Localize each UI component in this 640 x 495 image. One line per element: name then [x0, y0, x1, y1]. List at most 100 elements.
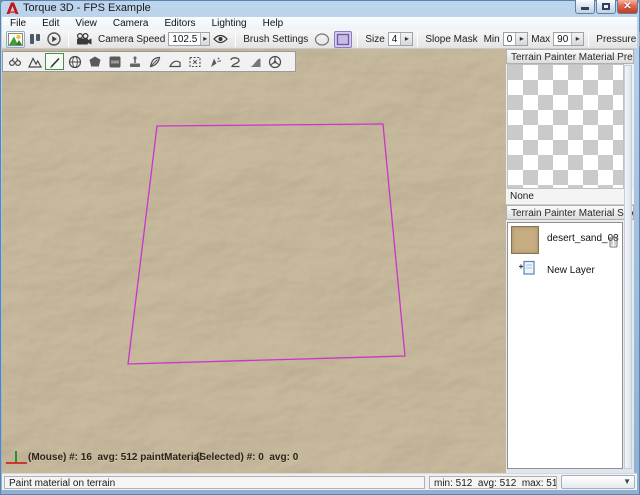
- size-label: Size: [365, 34, 384, 45]
- panels-button[interactable]: [27, 31, 43, 48]
- delete-material-icon[interactable]: [608, 235, 619, 248]
- status-dropdown[interactable]: ▼: [561, 475, 635, 489]
- terrain-editor-button[interactable]: [6, 31, 25, 48]
- close-button[interactable]: ✕: [617, 0, 638, 14]
- terrain-viewport[interactable]: (Mouse) #: 16 avg: 512 paintMaterial (Se…: [2, 49, 506, 473]
- camera-speed-field[interactable]: 102.5 ▸: [168, 32, 210, 46]
- slope-max-field[interactable]: 90 ▸: [553, 32, 584, 46]
- menu-lighting[interactable]: Lighting: [204, 17, 255, 30]
- new-layer-icon: [518, 259, 536, 276]
- panel-scrollbar[interactable]: [624, 65, 632, 469]
- erase-tool-button[interactable]: [225, 53, 244, 70]
- set-height-tool-button[interactable]: [145, 53, 164, 70]
- material-preview-caption: None: [506, 189, 634, 205]
- spinner-arrow-icon[interactable]: ▸: [200, 33, 209, 45]
- app-logo-icon: [6, 2, 19, 15]
- maximize-button[interactable]: [596, 0, 616, 14]
- new-layer-label: New Layer: [547, 265, 595, 276]
- menu-camera[interactable]: Camera: [105, 17, 157, 30]
- selected-stats-readout: (Selected) #: 0 avg: 0: [196, 452, 298, 463]
- terrain-wheel-tool-icon: [267, 54, 283, 70]
- terrain-stats: min: 512 avg: 512 max: 512: [429, 476, 557, 489]
- menu-help[interactable]: Help: [255, 17, 292, 30]
- paint-noise-tool-button[interactable]: [105, 53, 124, 70]
- two-columns-icon: [29, 33, 41, 45]
- visibility-button[interactable]: [211, 31, 230, 48]
- toolbar-separator: [417, 32, 418, 47]
- airbrush-tool-button[interactable]: [205, 53, 224, 70]
- flatten-tool-button[interactable]: [125, 53, 144, 70]
- set-height-tool-icon: [147, 54, 163, 70]
- menu-view[interactable]: View: [67, 17, 105, 30]
- maximize-icon: [602, 3, 610, 10]
- mouse-stats-readout: (Mouse) #: 16 avg: 512 paintMaterial: [28, 452, 202, 463]
- status-bar: Paint material on terrain min: 512 avg: …: [2, 473, 637, 490]
- window-title: Torque 3D - FPS Example: [23, 2, 151, 14]
- material-swatch[interactable]: [511, 226, 539, 254]
- select-tool-button[interactable]: [5, 53, 24, 70]
- material-preview-area: [507, 64, 624, 189]
- new-layer-item[interactable]: New Layer: [508, 255, 622, 287]
- airbrush-tool-icon: [207, 54, 223, 70]
- main-toolbar: Camera Speed 102.5 ▸ Brush Settings Size…: [2, 30, 637, 49]
- clear-empty-tool-icon: [187, 54, 203, 70]
- menu-file[interactable]: File: [2, 17, 34, 30]
- toolbar-separator: [588, 32, 589, 47]
- eye-icon: [213, 34, 228, 44]
- pressure-label: Pressure: [596, 34, 636, 45]
- landscape-icon: [8, 33, 23, 46]
- erase-tool-icon: [227, 54, 243, 70]
- raise-height-tool-button[interactable]: [25, 53, 44, 70]
- smooth-slope-tool-icon: [87, 54, 103, 70]
- brush-settings-label: Brush Settings: [243, 34, 308, 45]
- max-label: Max: [531, 34, 550, 45]
- brush-selection-outline: [2, 49, 506, 473]
- set-empty-tool-button[interactable]: [165, 53, 184, 70]
- toolbar-separator: [235, 32, 236, 47]
- terrain-wheel-tool-button[interactable]: [265, 53, 284, 70]
- ellipse-brush-button[interactable]: [312, 31, 332, 48]
- slope-max-value: 90: [554, 34, 571, 45]
- combo-caret-icon: ▼: [623, 478, 631, 486]
- slope-min-value: 0: [504, 34, 516, 45]
- close-icon: ✕: [623, 2, 631, 12]
- minimize-button[interactable]: [575, 0, 595, 14]
- smooth-tool-button[interactable]: [65, 53, 84, 70]
- play-button[interactable]: [45, 31, 63, 48]
- terrain-painter-panel: Terrain Painter Material Preview None Te…: [506, 49, 634, 473]
- ramp-tool-button[interactable]: [245, 53, 264, 70]
- menu-editors[interactable]: Editors: [156, 17, 203, 30]
- minimize-icon: [581, 7, 589, 10]
- terrain-tool-palette: [2, 51, 296, 72]
- ellipse-brush-icon: [314, 33, 330, 46]
- slope-min-field[interactable]: 0 ▸: [503, 32, 529, 46]
- title-bar[interactable]: Torque 3D - FPS Example ✕: [0, 0, 640, 17]
- toolbar-separator: [357, 32, 358, 47]
- select-tool-icon: [7, 54, 23, 70]
- slope-mask-label: Slope Mask: [425, 34, 477, 45]
- smooth-tool-icon: [67, 54, 83, 70]
- smooth-slope-tool-button[interactable]: [85, 53, 104, 70]
- paint-noise-tool-icon: [107, 54, 123, 70]
- material-list-item[interactable]: desert_sand_03: [508, 223, 622, 255]
- menu-edit[interactable]: Edit: [34, 17, 67, 30]
- camcorder-icon: [76, 33, 92, 45]
- spinner-arrow-icon[interactable]: ▸: [400, 33, 412, 45]
- camera-speed-value: 102.5: [169, 34, 200, 45]
- raise-height-tool-icon: [27, 54, 43, 70]
- set-empty-tool-icon: [167, 54, 183, 70]
- status-message: Paint material on terrain: [4, 476, 425, 489]
- ramp-tool-icon: [247, 54, 263, 70]
- spinner-arrow-icon[interactable]: ▸: [515, 33, 527, 45]
- size-value: 4: [389, 34, 401, 45]
- toolbar-separator: [68, 32, 69, 47]
- spinner-arrow-icon[interactable]: ▸: [571, 33, 583, 45]
- paint-material-tool-button[interactable]: [45, 53, 64, 70]
- paint-material-tool-icon: [47, 54, 63, 70]
- size-field[interactable]: 4 ▸: [388, 32, 414, 46]
- app-window: Torque 3D - FPS Example ✕ File Edit View…: [0, 0, 640, 495]
- box-brush-button[interactable]: [334, 31, 352, 48]
- axis-gizmo-icon: [4, 443, 32, 469]
- clear-empty-tool-button[interactable]: [185, 53, 204, 70]
- material-list: desert_sand_03 New Layer: [507, 222, 623, 469]
